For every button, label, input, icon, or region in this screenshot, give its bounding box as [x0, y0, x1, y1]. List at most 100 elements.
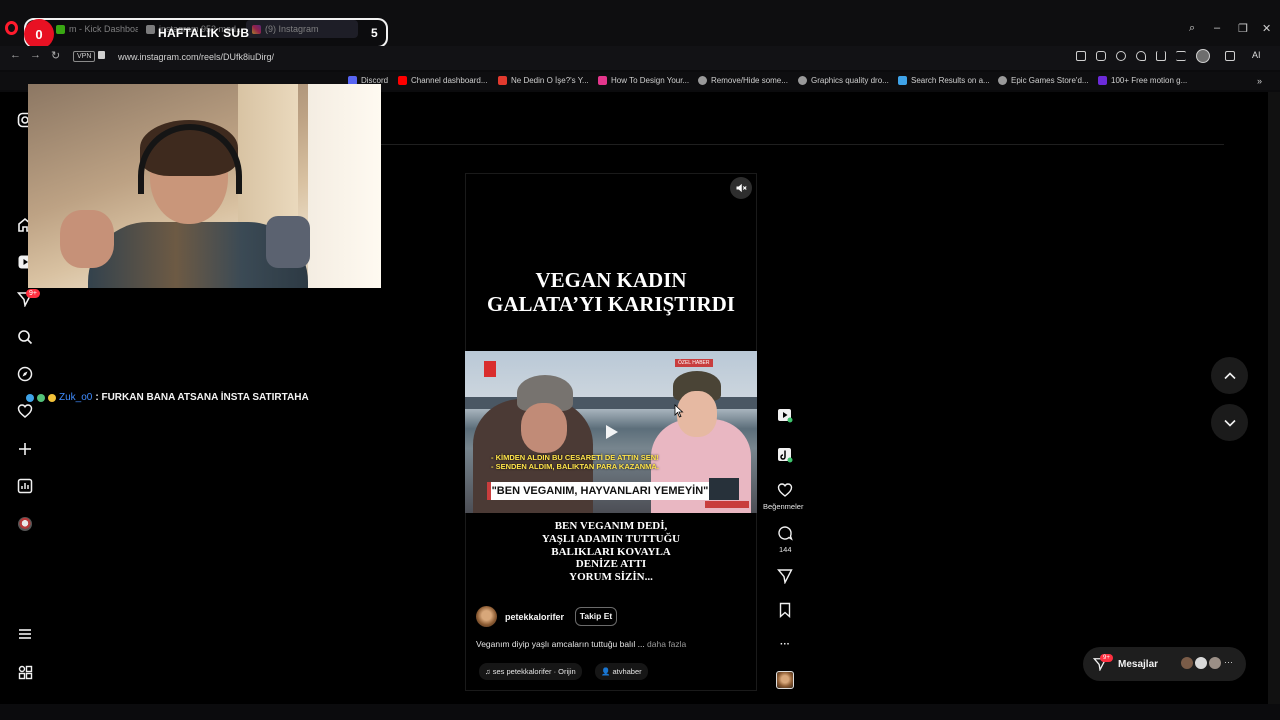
- bookmark-how-to-design[interactable]: How To Design Your...: [598, 76, 689, 85]
- webcam-window: [308, 84, 381, 288]
- caption-line: YORUM SİZİN...: [569, 571, 653, 584]
- bookmark-search-results[interactable]: Search Results on a...: [898, 76, 990, 85]
- previous-reel-button[interactable]: [1211, 357, 1248, 394]
- bookmark-label: Epic Games Store'd...: [1011, 76, 1089, 85]
- frame-subtitle: - KİMDEN ALDIN BU CESARETİ DE ATTIN SEN!: [491, 453, 659, 462]
- headline-line: VEGAN KADIN: [535, 268, 687, 292]
- bookmark-graphics-quality[interactable]: Graphics quality dro...: [798, 76, 889, 85]
- bookmark-label: Graphics quality dro...: [811, 76, 889, 85]
- caption-line: BALIKLARI KOVAYLA: [551, 545, 671, 558]
- audio-chip[interactable]: ♫ ses petekkalorifer · Orijin: [479, 663, 582, 680]
- opera-logo-icon[interactable]: [5, 21, 18, 35]
- github-icon: [998, 76, 1007, 85]
- github-icon: [698, 76, 707, 85]
- more-options-icon[interactable]: ···: [776, 635, 794, 653]
- likes-label: Beğenmeler: [763, 502, 804, 511]
- profile-avatar[interactable]: [18, 517, 32, 531]
- lock-icon[interactable]: [98, 51, 105, 59]
- next-reel-button[interactable]: [1211, 404, 1248, 441]
- reel-description[interactable]: Veganım diyip yaşlı amcaların tuttuğu ba…: [476, 639, 686, 649]
- tiktok-extension-icon[interactable]: [776, 446, 794, 464]
- avatar: [1194, 656, 1208, 670]
- bookmark-label: Ne Dedin O İşe?'s Y...: [511, 76, 589, 85]
- video-extension-icon[interactable]: [776, 406, 794, 424]
- notifications-heart-icon[interactable]: [17, 403, 33, 419]
- bookmark-channel-dashboard[interactable]: Channel dashboard...: [398, 76, 488, 85]
- author-avatar[interactable]: [476, 606, 497, 627]
- chat-badge-icon: [37, 393, 45, 402]
- avatar: [1180, 656, 1194, 670]
- frame-subtitle: - SENDEN ALDIM, BALIKTAN PARA KAZANMA.: [491, 462, 659, 471]
- mouse-cursor-icon: [674, 404, 684, 418]
- bookmark-epic-games[interactable]: Epic Games Store'd...: [998, 76, 1089, 85]
- more-apps-icon[interactable]: [17, 664, 33, 680]
- tagged-user-label: atvhaber: [612, 667, 642, 676]
- tagged-user-chip[interactable]: 👤 atvhaber: [595, 663, 648, 680]
- vpn-badge[interactable]: VPN: [73, 51, 96, 62]
- headline-line: GALATA’YI KARIŞTIRDI: [487, 292, 735, 316]
- explore-icon[interactable]: [17, 366, 33, 382]
- close-icon[interactable]: ✕: [1262, 22, 1271, 35]
- frame-banner-logo: [709, 478, 739, 500]
- frame-ticker: [705, 501, 749, 508]
- heart-icon[interactable]: [1136, 51, 1146, 61]
- bookmark-label: Channel dashboard...: [411, 76, 488, 85]
- share-icon[interactable]: [776, 567, 794, 585]
- menu-icon[interactable]: [17, 626, 33, 642]
- back-icon[interactable]: ←: [10, 49, 21, 61]
- chevron-up-icon: [1223, 371, 1236, 379]
- caption-line: BEN VEGANIM DEDİ,: [554, 520, 668, 532]
- chat-text: : FURKAN BANA ATSANA İNSTA SATIRTAHA: [95, 392, 309, 403]
- forward-icon[interactable]: →: [30, 49, 41, 61]
- follow-button[interactable]: Takip Et: [575, 607, 617, 626]
- music-note-icon: ♫: [485, 667, 491, 676]
- frame-channel-tag: ÖZEL HABER: [675, 359, 713, 367]
- overlay-title: HAFTALIK SUB: [158, 26, 250, 40]
- bookmark-ne-dedin[interactable]: Ne Dedin O İşe?'s Y...: [498, 76, 589, 85]
- restore-icon[interactable]: ❐: [1238, 22, 1248, 35]
- author-username[interactable]: petekkalorifer: [505, 612, 564, 622]
- create-icon[interactable]: [17, 441, 33, 457]
- comment-icon[interactable]: [776, 524, 794, 542]
- camera-icon[interactable]: [1096, 51, 1106, 61]
- search-icon[interactable]: [17, 329, 33, 345]
- audio-label: ses petekkalorifer · Orijin: [492, 667, 576, 676]
- dashboard-icon[interactable]: [17, 478, 33, 494]
- reel-caption-overlay: BEN VEGANIM DEDİ, YAŞLI ADAMIN TUTTUĞU B…: [465, 520, 757, 584]
- chat-badge-icon: [48, 393, 56, 402]
- play-icon[interactable]: [601, 422, 621, 442]
- chevron-down-icon: [1223, 419, 1236, 427]
- bookmarks-overflow-icon[interactable]: »: [1257, 76, 1262, 86]
- url-field[interactable]: www.instagram.com/reels/DUfk8iuDirg/: [118, 52, 274, 62]
- mute-button[interactable]: [730, 177, 752, 199]
- minimize-icon[interactable]: –: [1214, 22, 1220, 34]
- reload-icon[interactable]: ↻: [51, 49, 60, 62]
- download-icon[interactable]: [1156, 51, 1166, 61]
- frame-banner: "BEN VEGANIM, HAYVANLARI YEMEYİN": [487, 482, 709, 500]
- caption-line: DENİZE ATTI: [575, 558, 647, 571]
- like-heart-icon[interactable]: [776, 481, 794, 499]
- scrollbar[interactable]: [1268, 92, 1280, 704]
- aria-ai-button[interactable]: AI: [1252, 50, 1261, 60]
- browser-search-icon[interactable]: ⌕: [1189, 22, 1195, 35]
- messages-badge: 9+: [1100, 654, 1113, 662]
- edit-icon[interactable]: [1076, 51, 1086, 61]
- more-link[interactable]: daha fazla: [647, 639, 686, 649]
- save-bookmark-icon[interactable]: [776, 601, 794, 619]
- profile-avatar-icon[interactable]: [1196, 49, 1210, 63]
- menu-lines-icon[interactable]: [1176, 51, 1186, 61]
- shield-icon[interactable]: [1116, 51, 1126, 61]
- bookmark-free-motion[interactable]: 100+ Free motion g...: [1098, 76, 1187, 85]
- bookmark-label: How To Design Your...: [611, 76, 690, 85]
- audio-thumbnail[interactable]: [776, 671, 794, 689]
- caption-line: YAŞLI ADAMIN TUTTUĞU: [541, 532, 681, 545]
- reel-headline: VEGAN KADIN GALATA’YI KARIŞTIRDI: [465, 268, 757, 316]
- extensions-icon[interactable]: [1225, 51, 1235, 61]
- avatar: [1208, 656, 1222, 670]
- bookmark-remove-hide[interactable]: Remove/Hide some...: [698, 76, 788, 85]
- youtube-icon: [398, 76, 407, 85]
- person-icon: 👤: [601, 667, 611, 676]
- github-icon: [798, 76, 807, 85]
- description-text: Veganım diyip yaşlı amcaların tuttuğu ba…: [476, 639, 648, 649]
- speaker-muted-icon: [736, 183, 747, 193]
